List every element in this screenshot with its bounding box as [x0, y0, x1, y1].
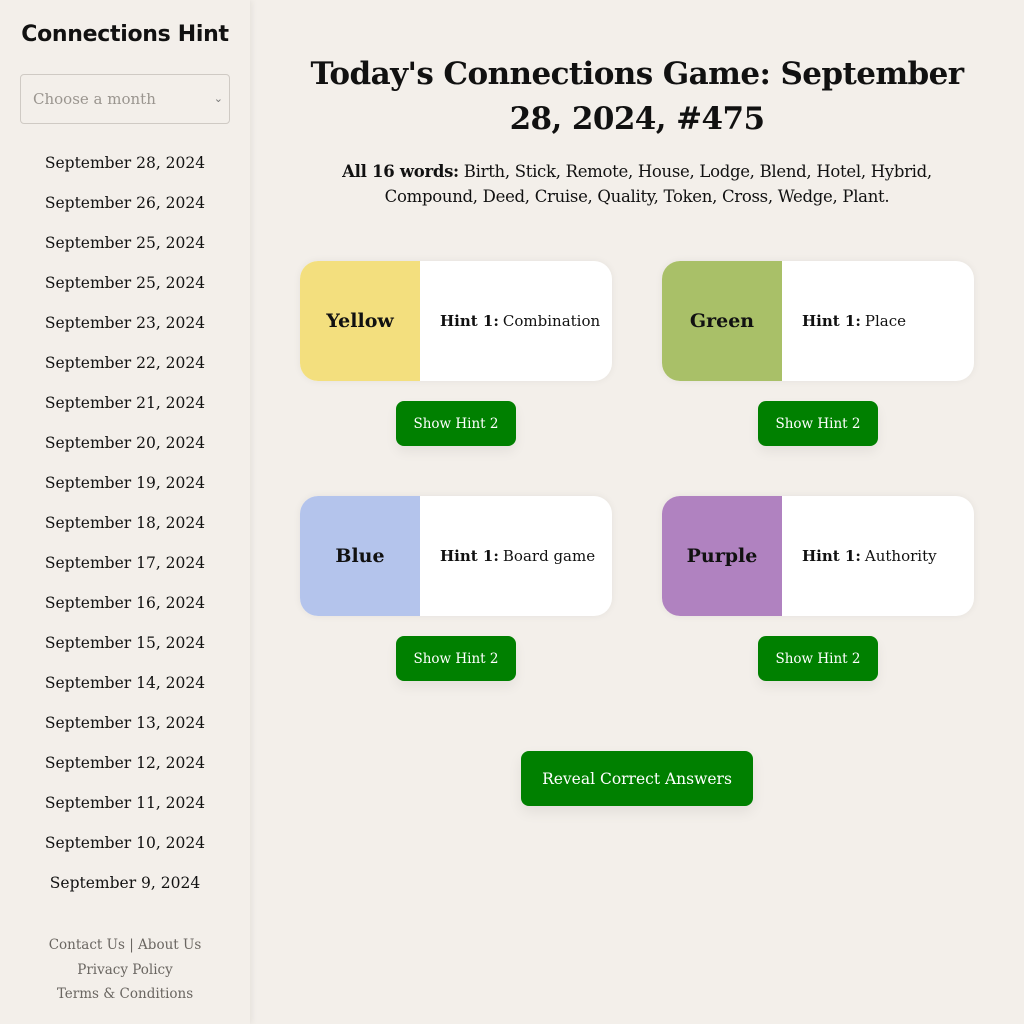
group-blue: Blue Hint 1: Board game Show Hint 2 [300, 496, 612, 681]
all-words: All 16 words: Birth, Stick, Remote, Hous… [295, 159, 979, 209]
hint-value: Board game [502, 547, 596, 565]
site-title: Connections Hint [21, 22, 229, 47]
date-link[interactable]: September 25, 2024 [0, 272, 250, 312]
hint-text: Hint 1: Place [782, 261, 974, 381]
date-link[interactable]: September 9, 2024 [0, 872, 250, 912]
color-swatch: Green [662, 261, 782, 381]
reveal-answers-button[interactable]: Reveal Correct Answers [521, 751, 753, 806]
color-swatch: Purple [662, 496, 782, 616]
show-hint-2-button[interactable]: Show Hint 2 [758, 401, 878, 446]
date-link[interactable]: September 25, 2024 [0, 232, 250, 272]
hint-value: Place [864, 312, 907, 330]
chevron-down-icon: ⌄ [213, 92, 223, 105]
date-link[interactable]: September 16, 2024 [0, 592, 250, 632]
about-us-link[interactable]: About Us [138, 937, 201, 953]
hint-card: Green Hint 1: Place [662, 261, 974, 381]
group-green: Green Hint 1: Place Show Hint 2 [662, 261, 974, 446]
hint-value: Combination [502, 312, 601, 330]
group-purple: Purple Hint 1: Authority Show Hint 2 [662, 496, 974, 681]
show-hint-2-button[interactable]: Show Hint 2 [396, 636, 516, 681]
date-link[interactable]: September 20, 2024 [0, 432, 250, 472]
contact-us-link[interactable]: Contact Us [49, 937, 125, 953]
group-yellow: Yellow Hint 1: Combination Show Hint 2 [300, 261, 612, 446]
privacy-policy-link[interactable]: Privacy Policy [77, 962, 173, 978]
terms-link[interactable]: Terms & Conditions [57, 986, 193, 1002]
date-link[interactable]: September 28, 2024 [0, 152, 250, 192]
sidebar: Connections Hint Choose a month ⌄ Septem… [0, 0, 250, 1024]
date-link[interactable]: September 13, 2024 [0, 712, 250, 752]
footer-links: Contact Us | About Us Privacy Policy Ter… [0, 933, 250, 1007]
hint-text: Hint 1: Authority [782, 496, 974, 616]
month-select-placeholder: Choose a month [33, 90, 156, 108]
hint-text: Hint 1: Board game [420, 496, 612, 616]
hint-label: Hint 1: [440, 312, 499, 330]
color-swatch: Yellow [300, 261, 420, 381]
hint-text: Hint 1: Combination [420, 261, 612, 381]
hint-label: Hint 1: [802, 312, 861, 330]
main-content: Today's Connections Game: September 28, … [250, 0, 1024, 1024]
color-swatch: Blue [300, 496, 420, 616]
hint-value: Authority [864, 547, 937, 565]
date-link[interactable]: September 11, 2024 [0, 792, 250, 832]
date-link[interactable]: September 23, 2024 [0, 312, 250, 352]
footer-separator: | [124, 937, 139, 953]
date-link[interactable]: September 14, 2024 [0, 672, 250, 712]
hint-card: Blue Hint 1: Board game [300, 496, 612, 616]
hint-label: Hint 1: [802, 547, 861, 565]
page-title: Today's Connections Game: September 28, … [310, 56, 965, 137]
date-link[interactable]: September 18, 2024 [0, 512, 250, 552]
date-link[interactable]: September 10, 2024 [0, 832, 250, 872]
all-words-list: Birth, Stick, Remote, House, Lodge, Blen… [384, 162, 932, 206]
all-words-label: All 16 words: [342, 162, 459, 181]
date-link[interactable]: September 12, 2024 [0, 752, 250, 792]
hint-card: Yellow Hint 1: Combination [300, 261, 612, 381]
hint-label: Hint 1: [440, 547, 499, 565]
show-hint-2-button[interactable]: Show Hint 2 [396, 401, 516, 446]
date-link[interactable]: September 21, 2024 [0, 392, 250, 432]
date-link[interactable]: September 15, 2024 [0, 632, 250, 672]
date-link[interactable]: September 26, 2024 [0, 192, 250, 232]
hint-card: Purple Hint 1: Authority [662, 496, 974, 616]
month-select[interactable]: Choose a month ⌄ [20, 74, 230, 124]
date-list: September 28, 2024 September 26, 2024 Sept… [0, 152, 250, 912]
show-hint-2-button[interactable]: Show Hint 2 [758, 636, 878, 681]
date-link[interactable]: September 17, 2024 [0, 552, 250, 592]
date-link[interactable]: September 22, 2024 [0, 352, 250, 392]
date-link[interactable]: September 19, 2024 [0, 472, 250, 512]
